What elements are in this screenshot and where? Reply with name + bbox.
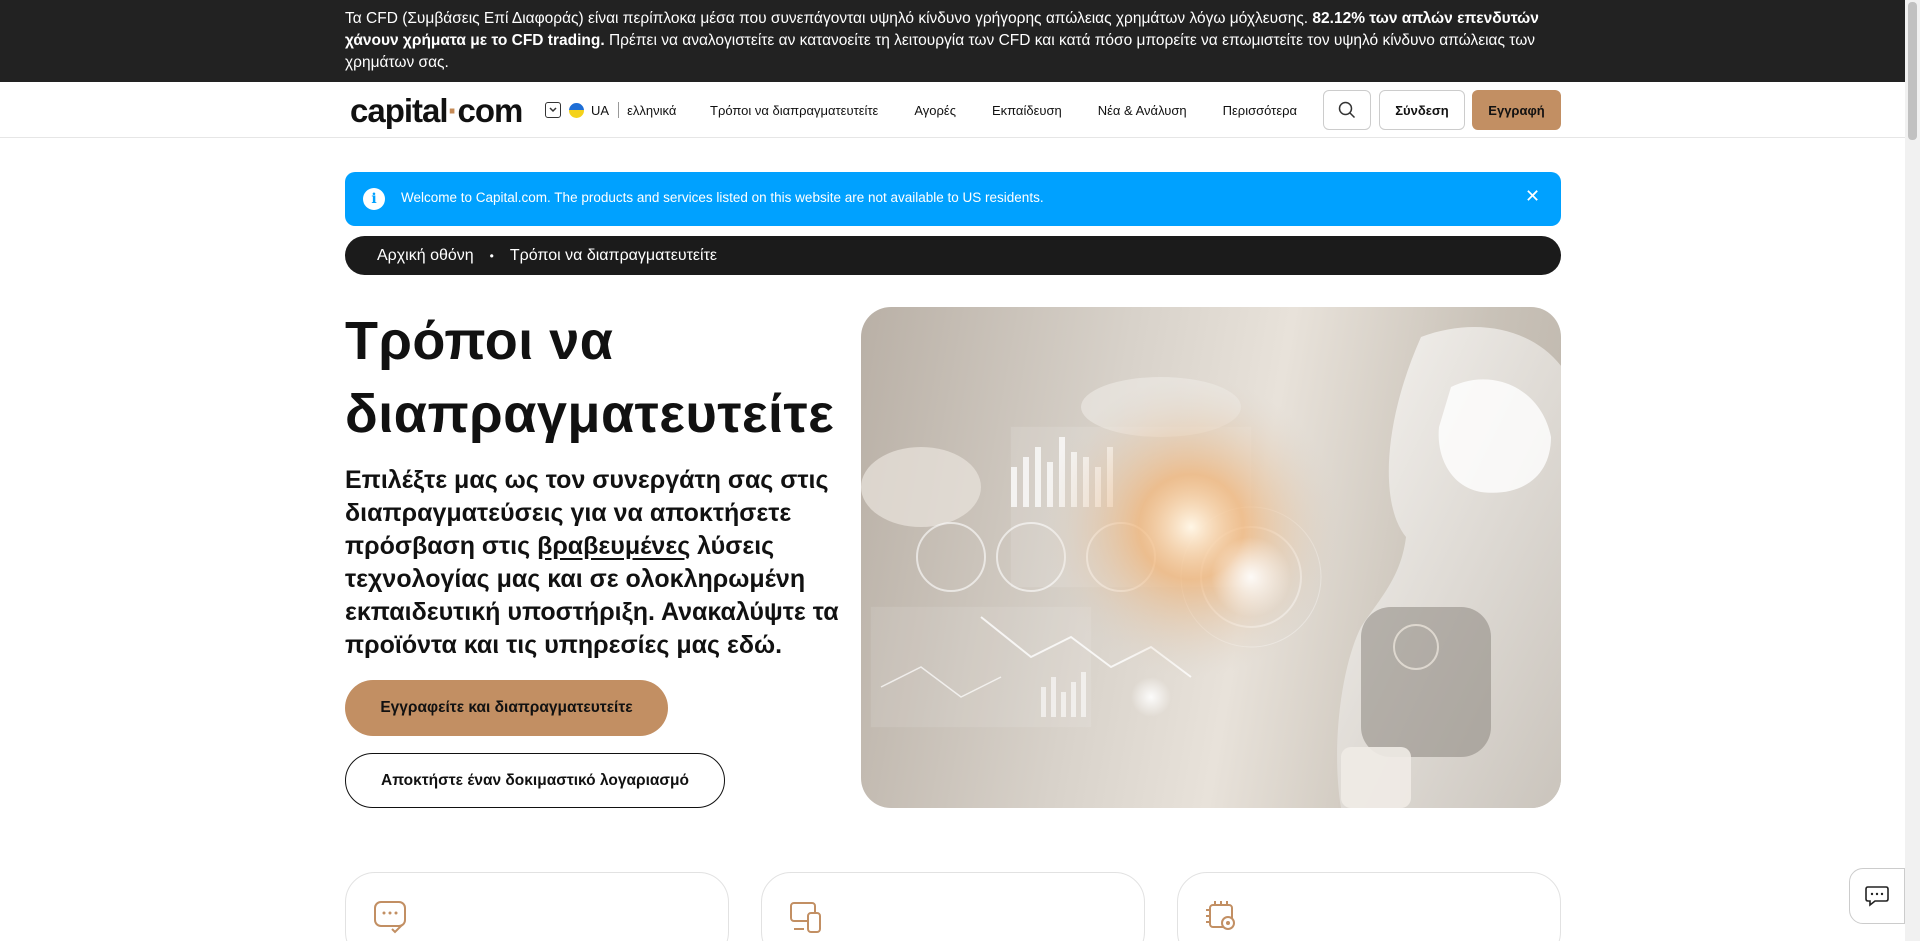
devices-icon	[790, 902, 821, 933]
hero-image	[861, 307, 1561, 808]
chip-gear-icon	[1206, 901, 1235, 930]
demo-account-button[interactable]: Αποκτήστε έναν δοκιμαστικό λογαριασμό	[345, 753, 725, 808]
lang-divider	[618, 102, 620, 118]
logo-text-capital: capital	[350, 92, 449, 129]
signup-trade-button[interactable]: Εγγραφείτε και διαπραγματευτείτε	[345, 680, 668, 736]
capital-logo[interactable]: capital·com	[350, 92, 524, 130]
hero-subtitle: Επιλέξτε μας ως τον συνεργάτη σας στις δ…	[345, 464, 865, 662]
chat-widget-button[interactable]	[1849, 868, 1905, 924]
breadcrumb: Αρχική οθόνη • Τρόποι να διαπραγματευτεί…	[345, 236, 1561, 275]
feature-card[interactable]	[1177, 872, 1561, 941]
breadcrumb-current: Τρόποι να διαπραγματευτείτε	[509, 246, 718, 264]
chevron-down-icon	[545, 102, 561, 118]
nav-markets[interactable]: Αγορές	[914, 103, 956, 118]
nav-news-analysis[interactable]: Νέα & Ανάλυση	[1098, 103, 1187, 118]
breadcrumb-home[interactable]: Αρχική οθόνη	[377, 247, 474, 265]
language-selector[interactable]: UA ελληνικά	[545, 99, 676, 121]
robot-data-illustration	[861, 327, 1561, 808]
main-nav: Τρόποι να διαπραγματευτείτε Αγορές Εκπαί…	[710, 82, 1333, 138]
feature-card[interactable]	[345, 872, 729, 941]
ukraine-flag-icon	[569, 102, 584, 118]
page-title: Τρόποι να διαπραγματευτείτε	[345, 311, 835, 444]
logo-dot: ·	[447, 92, 459, 129]
risk-warning-banner: Τα CFD (Συμβάσεις Επί Διαφοράς) είναι πε…	[0, 0, 1905, 82]
nav-education[interactable]: Εκπαίδευση	[992, 103, 1062, 118]
risk-text-intro: Τα CFD (Συμβάσεις Επί Διαφοράς) είναι πε…	[345, 10, 1313, 27]
feature-card[interactable]	[761, 872, 1145, 941]
us-residents-notice: i Welcome to Capital.com. The products a…	[345, 172, 1561, 226]
scrollbar-thumb[interactable]	[1908, 2, 1917, 140]
close-icon[interactable]: ✕	[1525, 186, 1540, 207]
login-button[interactable]: Σύνδεση	[1379, 90, 1465, 130]
language-name: ελληνικά	[627, 102, 677, 118]
signup-button[interactable]: Εγγραφή	[1472, 90, 1561, 130]
chat-check-icon	[374, 901, 406, 934]
page-scrollbar[interactable]	[1905, 0, 1920, 941]
search-button[interactable]	[1323, 90, 1371, 130]
logo-text-com: com	[457, 92, 524, 129]
search-icon	[1338, 101, 1356, 119]
chat-icon	[1865, 886, 1889, 907]
notice-text: Welcome to Capital.com. The products and…	[401, 190, 1044, 205]
awards-link[interactable]: βραβευμένες	[537, 532, 690, 560]
region-code: UA	[591, 102, 610, 118]
risk-warning-text: Τα CFD (Συμβάσεις Επί Διαφοράς) είναι πε…	[345, 8, 1560, 74]
info-icon: i	[363, 188, 385, 210]
nav-more[interactable]: Περισσότερα	[1223, 103, 1297, 118]
breadcrumb-separator: •	[489, 248, 494, 263]
site-header: capital·com UA ελληνικά Τρόποι να διαπρα…	[0, 82, 1905, 138]
nav-ways-to-trade[interactable]: Τρόποι να διαπραγματευτείτε	[710, 103, 878, 118]
